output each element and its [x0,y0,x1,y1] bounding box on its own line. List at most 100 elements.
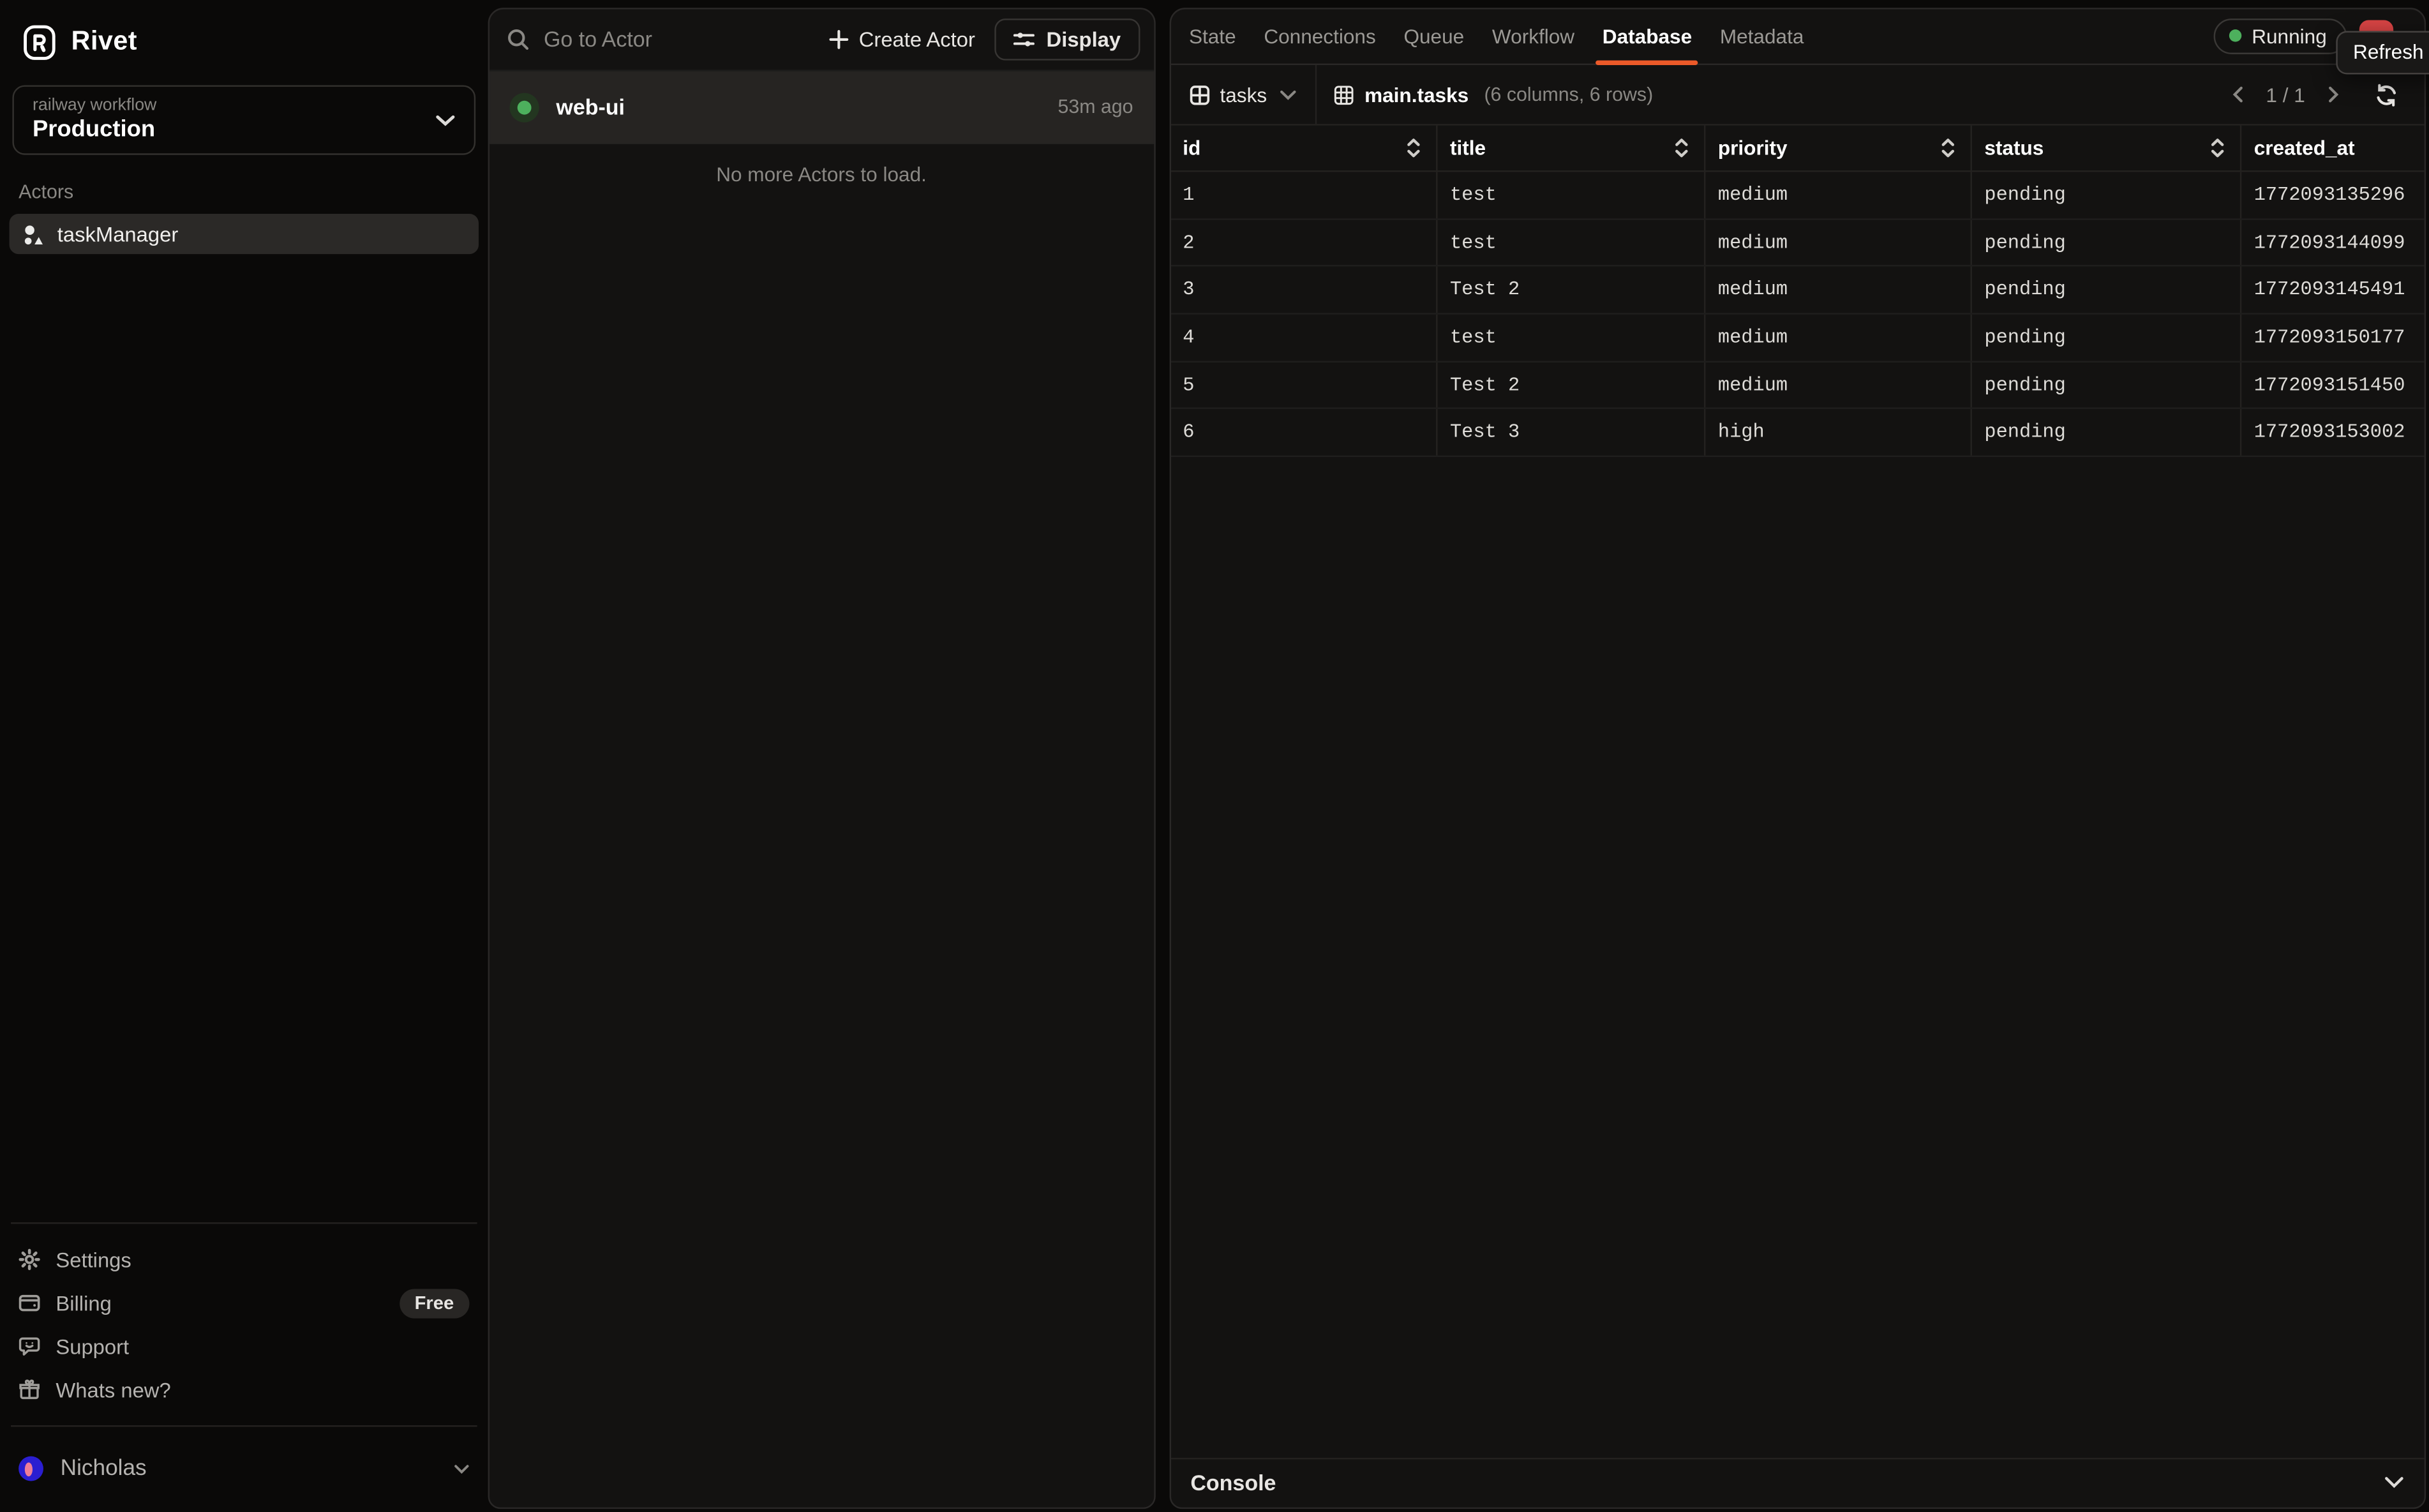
table-cell: high [1705,410,1971,456]
tab-metadata[interactable]: Metadata [1706,8,1818,63]
display-button[interactable]: Display [995,18,1139,60]
column-header-id[interactable]: id [1170,126,1438,170]
table-cell: 1772093150177 [2241,315,2424,361]
search-input[interactable]: Go to Actor [544,26,652,51]
database-toolbar: tasks main.tasks (6 columns, 6 rows) [1170,65,2425,126]
divider [11,1222,477,1224]
column-header-created-at[interactable]: created_at [2241,126,2424,170]
tab-database[interactable]: Database [1588,8,1706,63]
table-cell: pending [1972,362,2241,408]
user-menu[interactable]: Nicholas [0,1444,488,1493]
sidebar-spacer [0,254,488,1222]
table-cell: pending [1972,267,2241,313]
sort-icon [1941,138,1955,158]
create-actor-button[interactable]: Create Actor [816,21,989,57]
workspace-selector[interactable]: railway workflow Production [12,86,475,155]
column-header-title[interactable]: title [1438,126,1706,170]
table-cell: medium [1705,362,1971,408]
table-cell: 1 [1170,172,1438,218]
table-cell: pending [1972,220,2241,266]
actor-list-panel: Go to Actor Create Actor Display web- [488,7,1155,1508]
prev-page-button[interactable] [2225,82,2250,107]
nav-label: Billing [56,1291,111,1314]
actor-name: web-ui [556,94,625,119]
table-cell: 3 [1170,267,1438,313]
table-cell: test [1438,172,1706,218]
sidebar-item-taskmanager[interactable]: taskManager [10,214,479,254]
table-row[interactable]: 2testmediumpending1772093144099 [1170,220,2425,267]
table-icon [1334,84,1354,105]
sort-icon [1407,138,1421,158]
column-label: id [1183,137,1200,160]
plus-icon [830,29,850,49]
tab-connections[interactable]: Connections [1250,8,1389,63]
tab-queue[interactable]: Queue [1390,8,1478,63]
pagination: 1 / 1 [2225,82,2398,107]
console-drawer-toggle[interactable]: Console [1170,1457,2425,1507]
column-label: created_at [2254,137,2355,160]
search-icon [507,27,530,50]
sort-icon [2211,138,2225,158]
brand[interactable]: Rivet [0,23,488,60]
sidebar-item-billing[interactable]: Billing Free [0,1281,488,1324]
page-indicator: 1 / 1 [2266,83,2305,106]
display-label: Display [1047,27,1121,50]
table-empty-area [1170,457,2425,1457]
table-row[interactable]: 1testmediumpending1772093135296 [1170,172,2425,219]
table-selector-dropdown[interactable]: tasks [1170,65,1315,124]
gear-icon [19,1248,40,1270]
table-cell: 2 [1170,220,1438,266]
column-header-priority[interactable]: priority [1705,126,1971,170]
table-cell: Test 3 [1438,410,1706,456]
table-cell: pending [1972,410,2241,456]
chevron-down-icon [2384,1476,2405,1488]
sort-icon [1675,138,1689,158]
table-cell: 1772093145491 [2241,267,2424,313]
table-cell: medium [1705,172,1971,218]
tab-state[interactable]: State [1175,8,1250,63]
table-cell: pending [1972,172,2241,218]
sidebar-item-label: taskManager [57,222,178,245]
table-meta: (6 columns, 6 rows) [1484,84,1653,105]
table-cell: test [1438,220,1706,266]
workspace-label: railway workflow [33,96,421,114]
chevron-down-icon [454,1463,469,1474]
status-badge-label: Running [2252,24,2327,47]
table-row[interactable]: 6Test 3highpending1772093153002 [1170,410,2425,457]
table-cell: 1772093151450 [2241,362,2424,408]
inspector-panel: State Connections Queue Workflow Databas… [1169,7,2426,1508]
table-row[interactable]: 3Test 2mediumpending1772093145491 [1170,267,2425,314]
table-row[interactable]: 5Test 2mediumpending1772093151450 [1170,362,2425,409]
table-row[interactable]: 4testmediumpending1772093150177 [1170,315,2425,362]
next-page-button[interactable] [2321,82,2345,107]
table-cell: test [1438,315,1706,361]
table-cell: Test 2 [1438,362,1706,408]
workspace-value: Production [33,116,421,142]
table-cell: medium [1705,315,1971,361]
divider [11,1425,477,1426]
user-name: Nicholas [61,1456,147,1481]
column-header-status[interactable]: status [1972,126,2241,170]
tab-workflow[interactable]: Workflow [1478,8,1588,63]
table-body: 1testmediumpending17720931352962testmedi… [1170,172,2425,457]
refresh-tooltip: Refresh [2336,30,2429,73]
nav-label: Whats new? [56,1378,170,1401]
table-header-row: id title priority status [1170,126,2425,172]
grid-icon [1189,84,1209,105]
sidebar-item-settings[interactable]: Settings [0,1238,488,1281]
nav-label: Support [56,1335,129,1358]
nav-label: Settings [56,1248,131,1271]
actor-row-web-ui[interactable]: web-ui 53m ago [490,70,1153,143]
refresh-button[interactable] [2375,83,2398,106]
avatar [19,1456,43,1481]
sidebar-item-whats-new[interactable]: Whats new? [0,1368,488,1411]
running-dot-icon [2229,30,2241,42]
sidebar-item-support[interactable]: Support [0,1324,488,1368]
status-badge[interactable]: Running [2213,19,2347,54]
column-label: title [1450,137,1486,160]
table-cell: 1772093153002 [2241,410,2424,456]
app-root: Rivet railway workflow Production Actors… [0,0,2429,1512]
table-cell: 6 [1170,410,1438,456]
gift-icon [19,1379,40,1400]
actor-timestamp: 53m ago [1058,96,1133,117]
